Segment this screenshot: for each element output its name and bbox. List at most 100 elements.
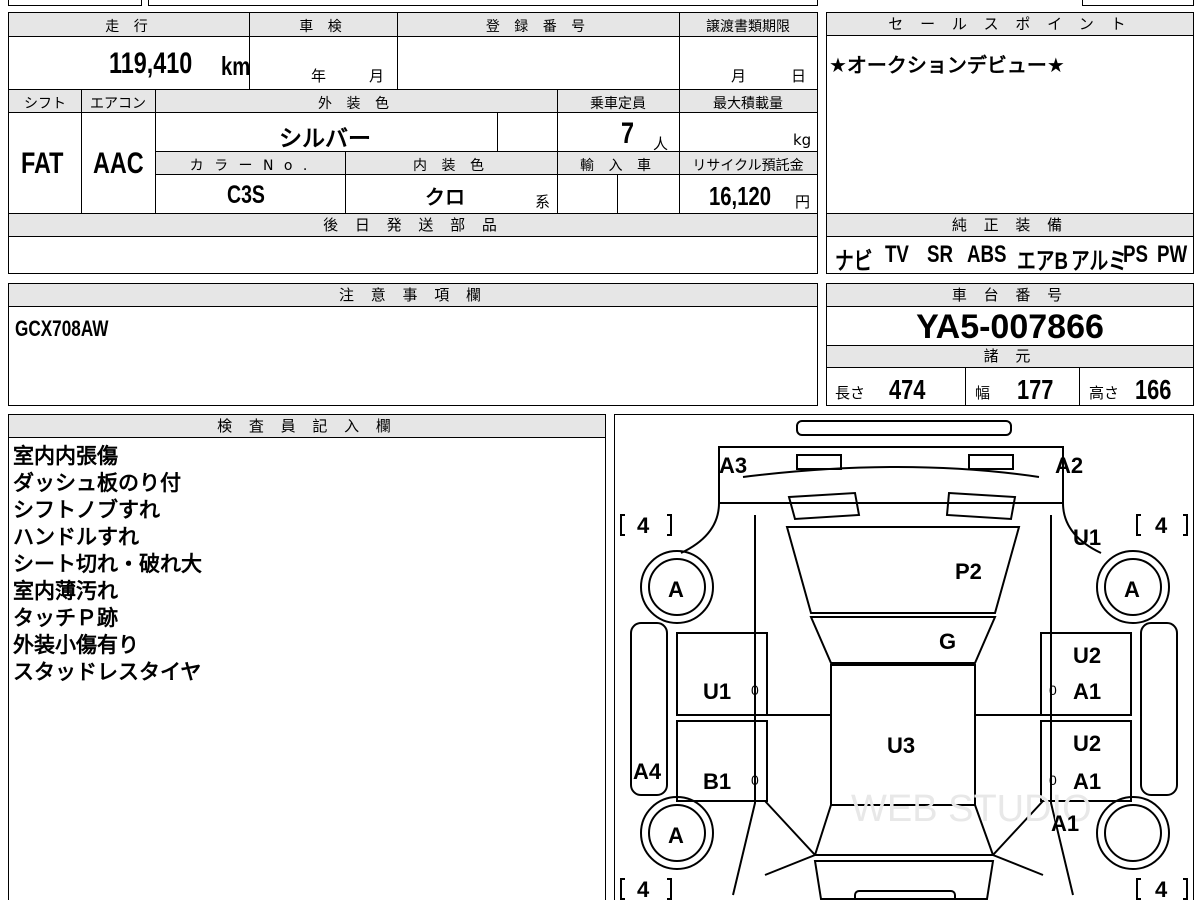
inspection-month-unit: 月 bbox=[369, 67, 385, 85]
divider bbox=[397, 13, 398, 89]
mark-u1-left: U1 bbox=[703, 679, 731, 704]
tire-grade-fl: A bbox=[668, 577, 684, 602]
mark-a1-mid: A1 bbox=[1073, 679, 1101, 704]
equipment-item: ABS bbox=[967, 241, 1007, 268]
quarter-left bbox=[764, 800, 817, 876]
equipment-item: TV bbox=[885, 241, 909, 268]
divider bbox=[249, 13, 250, 89]
mark-g: G bbox=[939, 629, 956, 654]
zero-marker: 0 bbox=[751, 772, 759, 788]
ac-value: AAC bbox=[93, 147, 144, 180]
length-label: 長さ bbox=[835, 384, 866, 402]
transfer-day-unit: 日 bbox=[791, 67, 807, 85]
mark-u2-mid: U2 bbox=[1073, 643, 1101, 668]
mileage-label: 走 行 bbox=[105, 19, 153, 35]
inspection-label: 車 検 bbox=[299, 19, 347, 35]
inspector-line: シート切れ・破れ大 bbox=[13, 552, 202, 576]
fender-left bbox=[680, 502, 720, 554]
length-value: 474 bbox=[889, 374, 926, 405]
colorno-label: カ ラ ー N o . bbox=[189, 158, 311, 174]
top-strip-left bbox=[8, 0, 142, 6]
headlight-left bbox=[796, 454, 842, 470]
specs-header: 諸 元 bbox=[827, 345, 1193, 368]
mark-u2-low: U2 bbox=[1073, 731, 1101, 756]
body-left bbox=[732, 515, 756, 896]
notes-section: 注 意 事 項 欄 GCX708AW bbox=[8, 283, 818, 406]
inspector-line: 室内内張傷 bbox=[13, 444, 118, 468]
notes-text: GCX708AW bbox=[15, 316, 109, 341]
car-diagram: WEB STUDIO 4 4 4 4 A A A A3 A2 U1 P2 G U… bbox=[620, 420, 1188, 900]
wheel-rear-right-inner bbox=[1104, 804, 1162, 862]
inspector-line: スタッドレスタイヤ bbox=[13, 660, 202, 684]
tailgate bbox=[813, 860, 995, 900]
mileage-value: 119,410 bbox=[109, 47, 193, 80]
mark-u3: U3 bbox=[887, 733, 915, 758]
mark-a4: A4 bbox=[633, 759, 662, 784]
width-value: 177 bbox=[1017, 374, 1054, 405]
width-label: 幅 bbox=[975, 384, 991, 402]
interior-label: 内 装 色 bbox=[413, 158, 489, 174]
capacity-label: 乗車定員 bbox=[590, 96, 646, 112]
inspector-header: 検 査 員 記 入 欄 bbox=[9, 415, 605, 438]
bracket-tr-r bbox=[1183, 514, 1188, 536]
front-bumper bbox=[796, 420, 1012, 436]
inspector-line: シフトノブすれ bbox=[13, 498, 160, 522]
divider bbox=[679, 89, 680, 213]
divider bbox=[345, 151, 346, 213]
zero-marker: 0 bbox=[751, 682, 759, 698]
registration-label: 登 録 番 号 bbox=[485, 19, 591, 35]
interior-value: クロ bbox=[425, 185, 465, 209]
recycle-value: 16,120 bbox=[709, 181, 772, 211]
inspector-line: ハンドルすれ bbox=[13, 525, 139, 549]
bracket-tr bbox=[1136, 514, 1141, 536]
interior-unit: 系 bbox=[535, 193, 551, 211]
transfer-month-unit: 月 bbox=[731, 67, 747, 85]
tire-tread-bl: 4 bbox=[637, 877, 650, 900]
mark-a3: A3 bbox=[719, 453, 747, 478]
tire-grade-fr: A bbox=[1124, 577, 1140, 602]
equipment-item: PW bbox=[1157, 241, 1188, 268]
ac-label: エアコン bbox=[90, 96, 146, 112]
import-label: 輸 入 車 bbox=[580, 158, 656, 174]
vehicle-info-table: 走 行 車 検 登 録 番 号 譲渡書類期限 119,410 km 年 月 月 … bbox=[8, 12, 818, 214]
colorno-value: C3S bbox=[227, 181, 265, 209]
mark-p2: P2 bbox=[955, 559, 982, 584]
mark-b1: B1 bbox=[703, 769, 731, 794]
mark-u1-top: U1 bbox=[1073, 525, 1101, 550]
shift-value: FAT bbox=[21, 147, 64, 180]
tire-tread-tl: 4 bbox=[637, 513, 650, 538]
equipment-item: ナビ bbox=[835, 248, 873, 275]
divider bbox=[1079, 368, 1080, 406]
wheel-rear-right bbox=[1096, 796, 1170, 870]
inspection-year-unit: 年 bbox=[311, 67, 327, 85]
bracket-tl-r bbox=[667, 514, 672, 536]
transfer-label: 譲渡書類期限 bbox=[706, 19, 790, 35]
divider bbox=[965, 368, 966, 406]
divider bbox=[679, 13, 680, 89]
equipment-item: SR bbox=[927, 241, 954, 268]
parts-section: 後 日 発 送 部 品 bbox=[8, 213, 818, 274]
roof-front bbox=[809, 616, 997, 664]
mark-a1-low: A1 bbox=[1073, 769, 1101, 794]
equipment-item: PS bbox=[1123, 241, 1148, 268]
equipment-list: ナビ TV SR ABS エアB アルミ PS PW bbox=[835, 241, 1195, 275]
bracket-bl bbox=[620, 878, 625, 900]
inspector-line: タッチＰ跡 bbox=[13, 606, 118, 630]
sales-point-section: セ ー ル ス ポ イ ン ト ★オークションデビュー★ bbox=[826, 12, 1194, 214]
headlight-right bbox=[968, 454, 1014, 470]
top-strip-right bbox=[1082, 0, 1194, 6]
chassis-header: 車 台 番 号 bbox=[827, 284, 1193, 307]
top-strip-mid bbox=[148, 0, 818, 6]
mark-a2: A2 bbox=[1055, 453, 1083, 478]
wiper-left bbox=[787, 491, 861, 521]
bracket-br bbox=[1136, 878, 1141, 900]
notes-header: 注 意 事 項 欄 bbox=[9, 284, 817, 307]
equipment-section: 純 正 装 備 ナビ TV SR ABS エアB アルミ PS PW bbox=[826, 213, 1195, 275]
maxload-unit: kg bbox=[793, 131, 812, 149]
exterior-label: 外 装 色 bbox=[318, 96, 394, 112]
inspector-line: 室内薄汚れ bbox=[13, 579, 118, 603]
zero-marker: 0 bbox=[1049, 772, 1057, 788]
divider bbox=[617, 175, 618, 213]
side-panel-right bbox=[1140, 622, 1178, 796]
inspector-section: 検 査 員 記 入 欄 室内内張傷 ダッシュ板のり付 シフトノブすれ ハンドルす… bbox=[8, 414, 606, 900]
